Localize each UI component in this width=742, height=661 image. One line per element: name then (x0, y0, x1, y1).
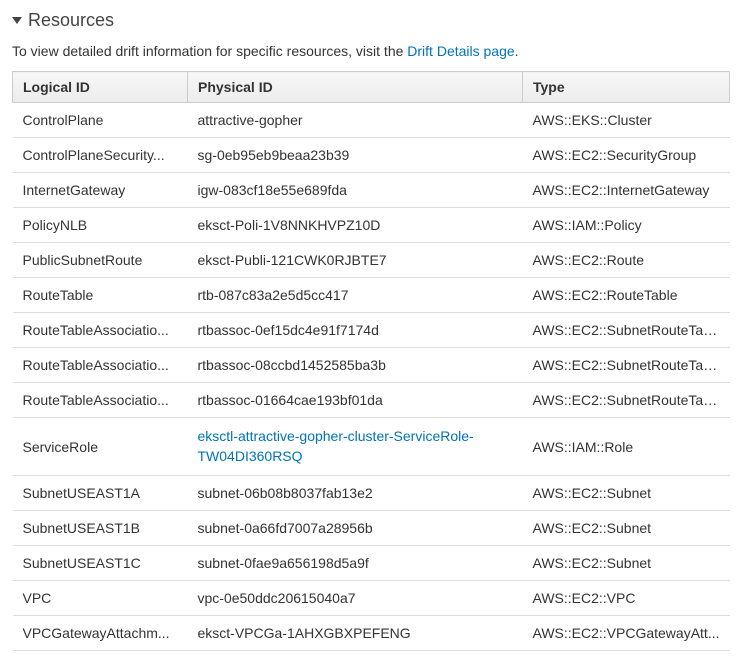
cell-type: AWS::EC2::VPCGatewayAtt... (523, 616, 730, 651)
drift-details-link[interactable]: Drift Details page (407, 43, 514, 59)
table-row: SubnetUSEAST1Asubnet-06b08b8037fab13e2AW… (13, 476, 730, 511)
cell-type: AWS::EKS::Cluster (523, 103, 730, 138)
cell-physical-id: subnet-0a66fd7007a28956b (188, 511, 523, 546)
cell-logical-id: ControlPlane (13, 103, 188, 138)
table-row: RouteTablertb-087c83a2e5d5cc417AWS::EC2:… (13, 278, 730, 313)
table-row: PublicSubnetRouteeksct-Publi-121CWK0RJBT… (13, 243, 730, 278)
cell-type: AWS::EC2::Route (523, 243, 730, 278)
cell-physical-id: eksct-Poli-1V8NNKHVPZ10D (188, 208, 523, 243)
table-row: VPCGatewayAttachm...eksct-VPCGa-1AHXGBXP… (13, 616, 730, 651)
cell-physical-id: subnet-06b08b8037fab13e2 (188, 476, 523, 511)
table-row: SubnetUSEAST1Csubnet-0fae9a656198d5a9fAW… (13, 546, 730, 581)
cell-physical-id: vpc-0e50ddc20615040a7 (188, 581, 523, 616)
cell-logical-id: RouteTableAssociatio... (13, 348, 188, 383)
header-type[interactable]: Type (523, 72, 730, 103)
cell-physical-id: eksctl-attractive-gopher-cluster-Service… (188, 418, 523, 476)
header-logical-id[interactable]: Logical ID (13, 72, 188, 103)
table-row: ControlPlaneattractive-gopherAWS::EKS::C… (13, 103, 730, 138)
cell-type: AWS::EC2::SecurityGroup (523, 138, 730, 173)
cell-type: AWS::EC2::InternetGateway (523, 173, 730, 208)
cell-physical-id: rtb-087c83a2e5d5cc417 (188, 278, 523, 313)
cell-physical-id: attractive-gopher (188, 103, 523, 138)
resources-section-header[interactable]: Resources (12, 10, 730, 31)
cell-logical-id: PublicSubnetRoute (13, 243, 188, 278)
subtext-suffix: . (515, 43, 519, 59)
table-header-row: Logical ID Physical ID Type (13, 72, 730, 103)
cell-type: AWS::EC2::Subnet (523, 546, 730, 581)
cell-type: AWS::EC2::Subnet (523, 476, 730, 511)
subtext-prefix: To view detailed drift information for s… (12, 43, 407, 59)
table-row: ControlPlaneSecurity...sg-0eb95eb9beaa23… (13, 138, 730, 173)
cell-physical-id: eksct-VPCGa-1AHXGBXPEFENG (188, 616, 523, 651)
cell-logical-id: RouteTable (13, 278, 188, 313)
cell-physical-id: igw-083cf18e55e689fda (188, 173, 523, 208)
cell-logical-id: RouteTableAssociatio... (13, 313, 188, 348)
table-row: PolicyNLBeksct-Poli-1V8NNKHVPZ10DAWS::IA… (13, 208, 730, 243)
cell-type: AWS::IAM::Role (523, 418, 730, 476)
cell-logical-id: VPCGatewayAttachm... (13, 616, 188, 651)
cell-physical-id: subnet-0fae9a656198d5a9f (188, 546, 523, 581)
cell-physical-id: rtbassoc-01664cae193bf01da (188, 383, 523, 418)
cell-type: AWS::EC2::SubnetRouteTab... (523, 383, 730, 418)
cell-type: AWS::EC2::SubnetRouteTab... (523, 313, 730, 348)
cell-physical-id: eksct-Publi-121CWK0RJBTE7 (188, 243, 523, 278)
cell-physical-id: rtbassoc-0ef15dc4e91f7174d (188, 313, 523, 348)
cell-logical-id: SubnetUSEAST1B (13, 511, 188, 546)
resources-table: Logical ID Physical ID Type ControlPlane… (12, 71, 730, 651)
header-physical-id[interactable]: Physical ID (188, 72, 523, 103)
table-row: VPCvpc-0e50ddc20615040a7AWS::EC2::VPC (13, 581, 730, 616)
section-title: Resources (28, 10, 114, 31)
cell-logical-id: ServiceRole (13, 418, 188, 476)
drift-subtext: To view detailed drift information for s… (12, 43, 730, 59)
cell-physical-id: sg-0eb95eb9beaa23b39 (188, 138, 523, 173)
cell-type: AWS::IAM::Policy (523, 208, 730, 243)
cell-type: AWS::EC2::RouteTable (523, 278, 730, 313)
cell-logical-id: VPC (13, 581, 188, 616)
caret-down-icon (12, 17, 22, 24)
physical-id-link[interactable]: eksctl-attractive-gopher-cluster-Service… (198, 428, 474, 464)
cell-logical-id: PolicyNLB (13, 208, 188, 243)
cell-logical-id: RouteTableAssociatio... (13, 383, 188, 418)
cell-logical-id: ControlPlaneSecurity... (13, 138, 188, 173)
cell-physical-id: rtbassoc-08ccbd1452585ba3b (188, 348, 523, 383)
cell-type: AWS::EC2::VPC (523, 581, 730, 616)
table-row: SubnetUSEAST1Bsubnet-0a66fd7007a28956bAW… (13, 511, 730, 546)
cell-type: AWS::EC2::SubnetRouteTab... (523, 348, 730, 383)
table-row: RouteTableAssociatio...rtbassoc-0ef15dc4… (13, 313, 730, 348)
table-row: RouteTableAssociatio...rtbassoc-08ccbd14… (13, 348, 730, 383)
cell-type: AWS::EC2::Subnet (523, 511, 730, 546)
table-row: RouteTableAssociatio...rtbassoc-01664cae… (13, 383, 730, 418)
cell-logical-id: InternetGateway (13, 173, 188, 208)
cell-logical-id: SubnetUSEAST1C (13, 546, 188, 581)
table-row: ServiceRole eksctl-attractive-gopher-clus… (13, 418, 730, 476)
table-row: InternetGatewayigw-083cf18e55e689fdaAWS:… (13, 173, 730, 208)
cell-logical-id: SubnetUSEAST1A (13, 476, 188, 511)
